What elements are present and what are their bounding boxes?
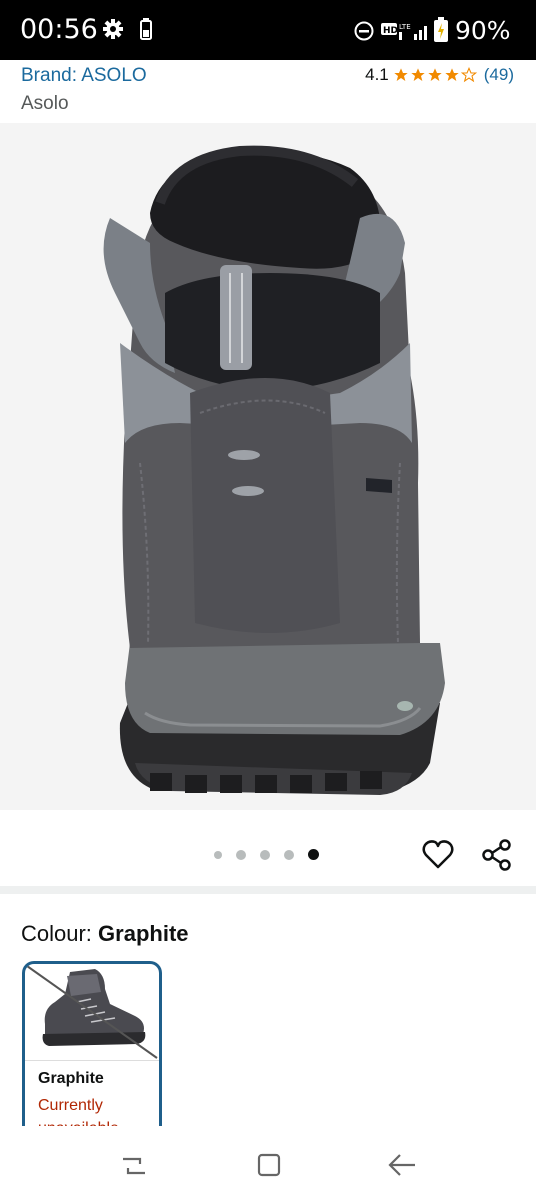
star-full-icon — [428, 68, 442, 81]
section-divider — [0, 886, 536, 894]
back-icon[interactable] — [387, 1151, 417, 1184]
swatch-divider — [25, 1060, 159, 1061]
rating-count: (49) — [483, 65, 514, 84]
colour-label: Colour: Graphite — [21, 921, 189, 947]
rating-stars — [393, 67, 478, 83]
status-bar: 00:56 HD LTE 90% — [0, 0, 536, 60]
battery-percent: 90% — [455, 16, 511, 45]
svg-text:HD: HD — [383, 26, 398, 36]
boot-rear-view-image — [103, 145, 445, 795]
colour-label-prefix: Colour: — [21, 921, 99, 946]
carousel-dot[interactable] — [214, 850, 222, 859]
carousel-dot[interactable] — [260, 849, 270, 860]
system-nav-bar — [0, 1126, 536, 1200]
colour-selected: Graphite — [98, 921, 189, 946]
star-empty-icon — [460, 67, 477, 83]
carousel-dot[interactable] — [284, 849, 294, 860]
carousel-indicator — [214, 849, 333, 860]
gear-icon — [102, 18, 124, 45]
do-not-disturb-icon — [354, 21, 374, 46]
swatch-name: Graphite — [38, 1070, 104, 1087]
battery-icon — [433, 17, 449, 48]
star-full-icon — [394, 68, 408, 81]
heart-icon[interactable] — [421, 838, 455, 877]
share-icon[interactable] — [480, 838, 514, 877]
status-time: 00:56 — [20, 14, 98, 45]
svg-text:LTE: LTE — [399, 23, 411, 31]
hd-lte-signal-icon: HD LTE — [381, 20, 431, 47]
carousel-dot-active[interactable] — [308, 849, 319, 860]
product-image[interactable] — [0, 123, 536, 810]
battery-small-icon — [140, 18, 152, 45]
manufacturer-name: Asolo — [21, 93, 69, 114]
colour-swatch-graphite[interactable]: Graphite Currently unavailable — [22, 961, 162, 1151]
boot-thumbnail-crossed — [26, 965, 158, 1059]
recent-apps-icon[interactable] — [120, 1153, 148, 1184]
rating-value: 4.1 — [365, 65, 389, 84]
star-full-icon — [445, 68, 459, 81]
carousel-dot[interactable] — [236, 849, 246, 860]
home-icon[interactable] — [256, 1152, 282, 1183]
star-full-icon — [411, 68, 425, 81]
brand-link[interactable]: Brand: ASOLO — [21, 65, 147, 87]
rating-summary[interactable]: 4.1 (49) — [365, 65, 514, 85]
